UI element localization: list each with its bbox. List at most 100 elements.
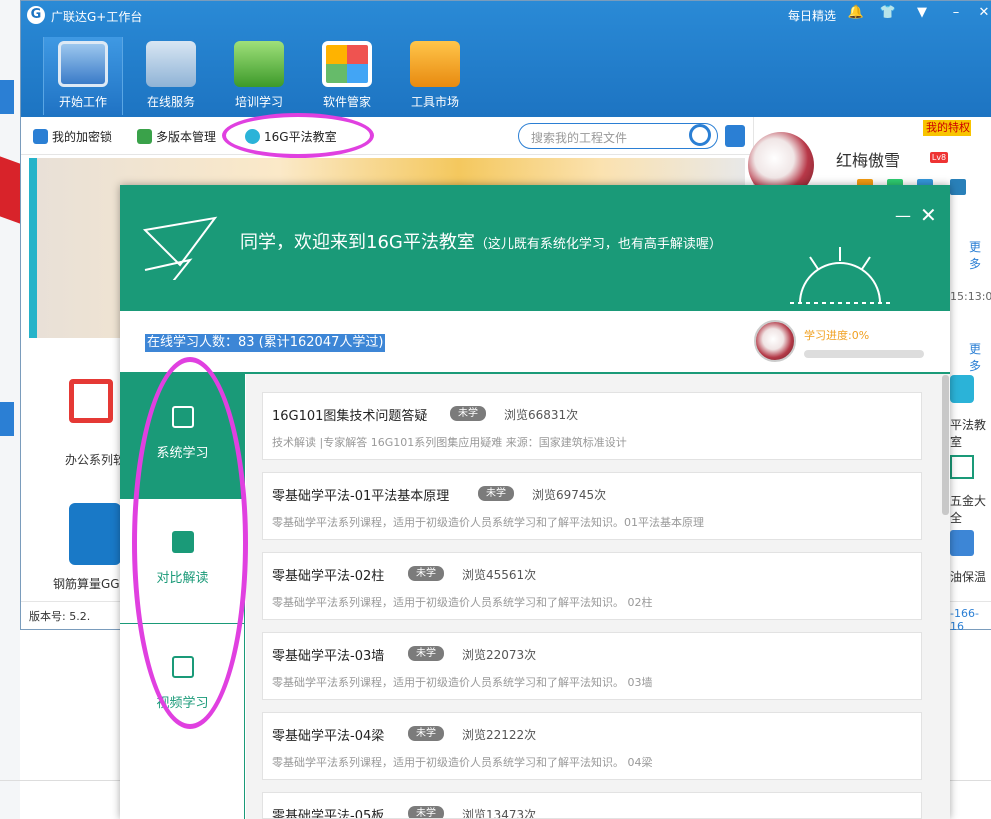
course-title: 零基础学平法-01平法基本原理 bbox=[272, 489, 450, 504]
paper-plane-icon bbox=[142, 216, 218, 280]
view-count: 浏览22073次 bbox=[462, 648, 537, 662]
scrollbar[interactable] bbox=[942, 375, 949, 515]
status-badge: 未学 bbox=[478, 486, 514, 501]
search-input[interactable]: 搜索我的工程文件 bbox=[518, 123, 718, 149]
hardware-icon[interactable] bbox=[950, 455, 974, 479]
toolbar-item-lock[interactable]: 我的加密锁 bbox=[33, 128, 112, 145]
ie-learning-icon bbox=[234, 41, 284, 87]
dialog-header: 同学，欢迎来到16G平法教室（这儿既有系统化学习，也有高手解读喔） — ✕ bbox=[120, 185, 950, 311]
welcome-text: 同学，欢迎来到16G平法教室（这儿既有系统化学习，也有高手解读喔） bbox=[240, 228, 722, 254]
g-service-icon bbox=[146, 41, 196, 87]
online-count: 在线学习人数：83 (累计162047人学过) bbox=[145, 334, 386, 352]
monitor-icon bbox=[58, 41, 108, 87]
daily-picks-link[interactable]: 每日精选 bbox=[788, 7, 836, 24]
toolbar: 我的加密锁 多版本管理 16G平法教室 搜索我的工程文件 bbox=[21, 117, 751, 155]
scan-icon[interactable] bbox=[725, 125, 745, 147]
nav-item-training[interactable]: 培训学习 bbox=[219, 37, 299, 115]
background-tab bbox=[0, 80, 14, 114]
side-link[interactable]: 油保温 bbox=[950, 568, 986, 585]
nav-item-online-service[interactable]: 在线服务 bbox=[131, 37, 211, 115]
rebar-calc-icon[interactable] bbox=[69, 503, 121, 565]
course-title: 零基础学平法-04梁 bbox=[272, 729, 385, 744]
nav-label: 工具市场 bbox=[410, 95, 459, 109]
app-grid-icon bbox=[322, 41, 372, 87]
welcome-subtitle: （这儿既有系统化学习，也有高手解读喔） bbox=[474, 237, 722, 252]
book-icon[interactable] bbox=[950, 375, 974, 403]
course-desc: 零基础学平法系列课程，适用于初级造价人员系统学习和了解平法知识。 03墙 bbox=[272, 676, 653, 689]
nav-item-tool-market[interactable]: 工具市场 bbox=[395, 37, 475, 115]
toolbar-label: 我的加密锁 bbox=[52, 130, 113, 144]
welcome-title: 同学，欢迎来到16G平法教室 bbox=[240, 232, 475, 253]
status-badge: 未学 bbox=[408, 646, 444, 661]
nav-label: 培训学习 bbox=[234, 95, 283, 109]
course-title: 零基础学平法-05板 bbox=[272, 809, 385, 819]
timestamp: 15:13:0 bbox=[950, 290, 991, 303]
status-badge: 未学 bbox=[450, 406, 486, 421]
calculator-icon[interactable] bbox=[950, 530, 974, 556]
course-card[interactable]: 零基础学平法-01平法基本原理 未学 浏览69745次 零基础学平法系列课程，适… bbox=[262, 472, 922, 540]
close-icon[interactable]: ✕ bbox=[973, 5, 991, 20]
progress-track bbox=[804, 350, 924, 358]
side-link[interactable]: 五金大全 bbox=[950, 492, 991, 526]
status-badge: 未学 bbox=[408, 726, 444, 741]
course-card[interactable]: 16G101图集技术问题答疑 未学 浏览66831次 技术解读 |专家解答 16… bbox=[262, 392, 922, 460]
nav-item-start-work[interactable]: 开始工作 bbox=[43, 37, 123, 115]
course-desc: 零基础学平法系列课程，适用于初级造价人员系统学习和了解平法知识。 02柱 bbox=[272, 596, 653, 609]
nav-label: 软件管家 bbox=[322, 95, 371, 109]
course-desc: 技术解读 |专家解答 16G101系列图集应用疑难 来源：国家建筑标准设计 bbox=[272, 436, 627, 449]
course-card[interactable]: 零基础学平法-04梁 未学 浏览22122次 零基础学平法系列课程，适用于初级造… bbox=[262, 712, 922, 780]
background-promo-tag bbox=[0, 156, 20, 224]
privilege-badge[interactable]: 我的特权 bbox=[923, 120, 971, 136]
view-count: 浏览66831次 bbox=[504, 408, 579, 422]
side-link[interactable]: 平法教室 bbox=[950, 416, 991, 450]
toolbar-label: 多版本管理 bbox=[156, 130, 217, 144]
progress-label: 学习进度:0% bbox=[804, 329, 870, 342]
status-badge: 未学 bbox=[408, 566, 444, 581]
annotation-ring bbox=[132, 357, 248, 729]
user-name: 红梅傲雪 bbox=[836, 151, 901, 170]
nav-label: 在线服务 bbox=[146, 95, 195, 109]
course-card[interactable]: 零基础学平法-02柱 未学 浏览45561次 零基础学平法系列课程，适用于初级造… bbox=[262, 552, 922, 620]
nav-item-software-manager[interactable]: 软件管家 bbox=[307, 37, 387, 115]
avatar bbox=[754, 320, 796, 362]
course-title: 零基础学平法-02柱 bbox=[272, 569, 385, 584]
bell-icon[interactable]: 🔔 bbox=[845, 5, 867, 20]
window-title: 广联达G+工作台 bbox=[51, 10, 143, 24]
level-badge: Lv8 bbox=[930, 152, 948, 163]
banner-accent bbox=[29, 158, 37, 338]
search-icon[interactable] bbox=[689, 124, 711, 146]
annotation-ring bbox=[222, 113, 374, 158]
minimize-icon[interactable]: – bbox=[945, 5, 967, 20]
sun-icon bbox=[790, 247, 890, 304]
course-card[interactable]: 零基础学平法-03墙 未学 浏览22073次 零基础学平法系列课程，适用于初级造… bbox=[262, 632, 922, 700]
badge-icon bbox=[950, 179, 966, 195]
minimize-icon[interactable]: — bbox=[895, 206, 911, 225]
view-count: 浏览13473次 bbox=[462, 808, 537, 819]
app-logo-icon: G bbox=[27, 6, 45, 24]
view-count: 浏览45561次 bbox=[462, 568, 537, 582]
course-desc: 零基础学平法系列课程，适用于初级造价人员系统学习和了解平法知识。 04梁 bbox=[272, 756, 653, 769]
more-link[interactable]: 更多 bbox=[969, 238, 991, 272]
office-suite-icon[interactable] bbox=[69, 379, 113, 423]
course-card[interactable]: 零基础学平法-05板 未学 浏览13473次 bbox=[262, 792, 922, 819]
toolbox-icon bbox=[410, 41, 460, 87]
view-count: 浏览69745次 bbox=[532, 488, 607, 502]
course-title: 零基础学平法-03墙 bbox=[272, 649, 385, 664]
status-badge: 未学 bbox=[408, 806, 444, 818]
menu-arrow-icon[interactable]: ▼ bbox=[911, 5, 933, 20]
nav-label: 开始工作 bbox=[58, 95, 107, 109]
more-link[interactable]: 更多 bbox=[969, 340, 991, 374]
toolbar-item-versions[interactable]: 多版本管理 bbox=[137, 128, 216, 145]
course-desc: 零基础学平法系列课程，适用于初级造价人员系统学习和了解平法知识。01平法基本原理 bbox=[272, 516, 704, 529]
background-tab bbox=[0, 402, 14, 436]
lock-icon bbox=[33, 129, 48, 144]
close-icon[interactable]: ✕ bbox=[920, 203, 937, 227]
course-title: 16G101图集技术问题答疑 bbox=[272, 409, 428, 424]
app-label: 钢筋算量GG bbox=[53, 577, 120, 591]
m-version-icon bbox=[137, 129, 152, 144]
shirt-icon[interactable]: 👕 bbox=[877, 5, 899, 20]
view-count: 浏览22122次 bbox=[462, 728, 537, 742]
phone-number: -166-16 bbox=[950, 607, 979, 633]
version-label: 版本号: 5.2. bbox=[29, 610, 91, 623]
app-label: 办公系列软 bbox=[65, 453, 126, 467]
